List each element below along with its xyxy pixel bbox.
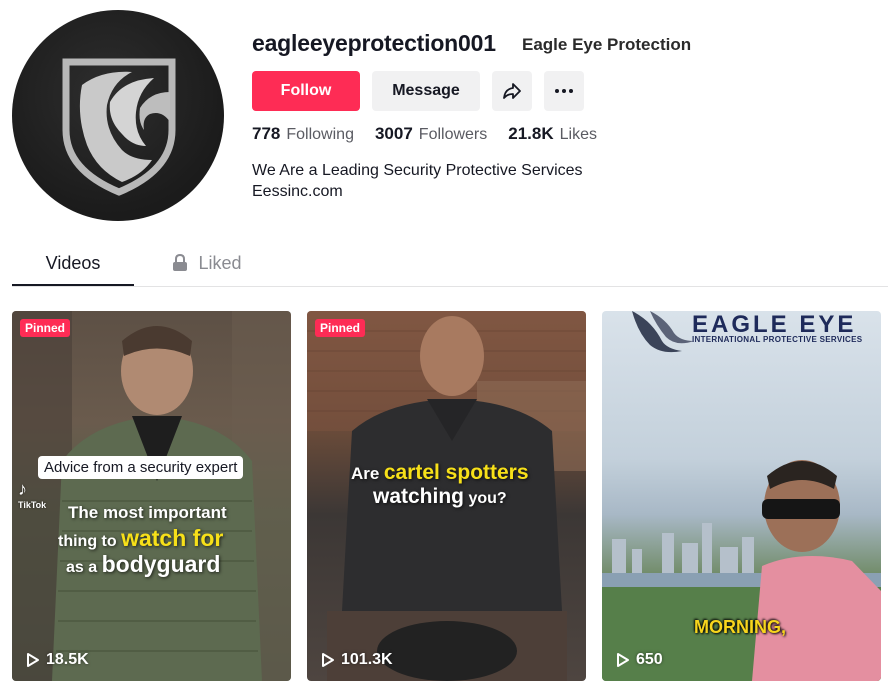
video-card[interactable]: Pinned Are cartel spotters watching you?… <box>307 311 586 681</box>
stat-following[interactable]: 778 Following <box>252 124 354 144</box>
lock-icon <box>173 254 188 271</box>
stat-label: Followers <box>418 126 488 143</box>
overlay-word: you? <box>468 490 507 507</box>
tab-liked[interactable]: Liked <box>162 240 252 286</box>
tab-videos[interactable]: Videos <box>12 240 134 286</box>
more-options-button[interactable] <box>544 71 584 111</box>
overlay-line-1: Are cartel spotters <box>351 461 529 485</box>
profile-bio: We Are a Leading Security Protective Ser… <box>252 160 583 202</box>
eagle-logo-icon <box>632 311 694 353</box>
overlay-highlight: cartel spotters <box>383 461 529 484</box>
stat-value: 778 <box>252 124 281 143</box>
overlay-line-2: watching you? <box>373 485 507 509</box>
bio-text: We Are a Leading Security Protective Ser… <box>252 162 583 179</box>
play-icon <box>27 653 39 667</box>
profile-stats: 778 Following 3007 Followers 21.8K Likes <box>252 124 618 144</box>
view-count-value: 18.5K <box>46 651 89 668</box>
view-count: 650 <box>616 651 663 669</box>
overlay-highlight: watch for <box>121 525 224 551</box>
watermark-text: TikTok <box>18 500 47 510</box>
active-tab-indicator <box>12 284 134 286</box>
overlay-line-3: as a bodyguard <box>66 551 220 578</box>
brand-banner: EAGLE EYE INTERNATIONAL PROTECTIVE SERVI… <box>602 311 881 355</box>
play-icon <box>617 653 629 667</box>
pinned-badge: Pinned <box>315 319 366 337</box>
video-subtitle: MORNING, <box>694 617 786 637</box>
profile-avatar[interactable] <box>12 10 224 221</box>
view-count: 18.5K <box>26 651 89 669</box>
display-name: Eagle Eye Protection <box>522 35 692 54</box>
video-thumbnail <box>12 311 291 681</box>
username: eagleeyeprotection001 <box>252 30 496 56</box>
profile-tabs: Videos Liked <box>12 240 888 287</box>
tab-label: Liked <box>198 252 242 273</box>
stat-value: 21.8K <box>508 124 554 143</box>
view-count-value: 650 <box>636 651 663 668</box>
overlay-word: watching <box>373 485 465 508</box>
video-card[interactable]: Pinned Advice from a security expert ♪ T… <box>12 311 291 681</box>
overlay-line-2: thing to watch for <box>58 525 223 552</box>
share-button[interactable] <box>492 71 532 111</box>
follow-button[interactable]: Follow <box>252 71 360 111</box>
play-icon <box>322 653 334 667</box>
eagle-shield-logo-icon <box>62 58 176 196</box>
tiktok-logo-icon: ♪ <box>18 479 27 499</box>
overlay-line-1: The most important <box>68 503 227 522</box>
message-button[interactable]: Message <box>372 71 480 111</box>
caption-box: Advice from a security expert <box>38 456 244 479</box>
tiktok-watermark: ♪ TikTok <box>18 479 46 510</box>
overlay-word: Are <box>351 464 380 483</box>
view-count-value: 101.3K <box>341 651 393 668</box>
overlay-bold: bodyguard <box>101 551 221 577</box>
brand-subtitle: INTERNATIONAL PROTECTIVE SERVICES <box>692 335 863 344</box>
share-icon <box>503 83 521 99</box>
bio-link[interactable]: Eessinc.com <box>252 181 583 202</box>
stat-likes: 21.8K Likes <box>508 124 597 144</box>
tab-label: Videos <box>45 252 101 273</box>
stat-label: Following <box>286 126 354 143</box>
stat-followers[interactable]: 3007 Followers <box>375 124 487 144</box>
stat-label: Likes <box>559 126 597 143</box>
more-dots-icon <box>555 89 573 93</box>
pinned-badge: Pinned <box>20 319 71 337</box>
stat-value: 3007 <box>374 124 413 143</box>
overlay-word: as a <box>66 559 98 576</box>
video-card[interactable]: EAGLE EYE INTERNATIONAL PROTECTIVE SERVI… <box>602 311 881 681</box>
view-count: 101.3K <box>321 651 393 669</box>
overlay-word: thing to <box>58 533 117 550</box>
